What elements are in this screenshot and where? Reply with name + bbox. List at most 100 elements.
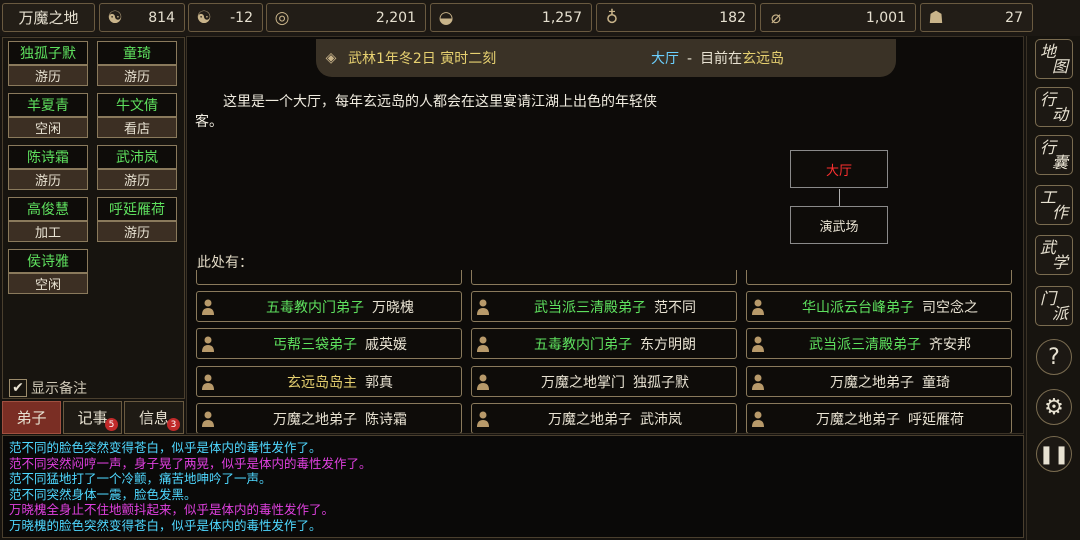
tab-journal[interactable]: 记事 5 — [63, 401, 122, 434]
npc-list[interactable]: 五毒教内门弟子 万晓槐 武当派三清殿弟子 范不同 华山派云台峰弟子 司空念之 丐帮三袋… — [196, 270, 1016, 433]
pause-button[interactable]: ❚❚ — [1036, 436, 1072, 472]
npc-name: 齐安邦 — [929, 336, 971, 353]
disciple-name: 侯诗雅 — [8, 249, 88, 273]
npc-row-partial[interactable] — [196, 270, 462, 285]
disciple-card[interactable]: 陈诗霜 游历 — [8, 145, 88, 191]
map-connector — [839, 189, 840, 206]
right-menu: 地图 行动 行囊 工作 武学 门派 ? ⚙ ❚❚ — [1026, 36, 1080, 540]
current-location: 大厅 - 目前在玄远岛 — [651, 51, 785, 67]
npc-button[interactable]: 五毒教内门弟子 万晓槐 — [196, 291, 462, 322]
npc-button[interactable]: 武当派三清殿弟子 齐安邦 — [746, 328, 1012, 359]
sect-name[interactable]: 万魔之地 — [2, 3, 95, 32]
person-icon — [472, 336, 494, 352]
disciple-card[interactable]: 武沛岚 游历 — [97, 145, 177, 191]
scene-header: ◈ 武林1年冬2日 寅时二刻 大厅 - 目前在玄远岛 — [316, 39, 896, 77]
npc-button[interactable]: 丐帮三袋弟子 戚英媛 — [196, 328, 462, 359]
npc-name: 司空念之 — [922, 299, 978, 316]
npc-button[interactable]: 五毒教内门弟子 东方明朗 — [471, 328, 737, 359]
disciple-card[interactable]: 高俊慧 加工 — [8, 197, 88, 243]
resource-money: ◎ 2,201 — [266, 3, 426, 32]
island-name: 玄远岛 — [742, 51, 785, 67]
resource-medicine: ♁ 182 — [596, 3, 756, 32]
map-room-south[interactable]: 演武场 — [790, 206, 888, 244]
npc-title: 万魔之地弟子 — [816, 411, 900, 428]
action-icon: 行动 — [1039, 90, 1068, 124]
npc-name: 戚英媛 — [365, 336, 407, 353]
disciple-name: 童琦 — [97, 41, 177, 65]
npc-title: 五毒教内门弟子 — [266, 299, 364, 316]
show-note-label: 显示备注 — [31, 381, 87, 397]
npc-button[interactable]: 华山派云台峰弟子 司空念之 — [746, 291, 1012, 322]
coin-icon: ◎ — [274, 7, 290, 28]
disciple-status: 空闲 — [8, 117, 88, 138]
here-label: 此处有： — [197, 255, 253, 271]
disciple-card[interactable]: 牛文倩 看店 — [97, 93, 177, 139]
person-icon — [747, 411, 769, 427]
disciple-status: 游历 — [97, 65, 177, 86]
bag-button[interactable]: 行囊 — [1035, 135, 1073, 175]
unread-badge: 3 — [167, 418, 180, 431]
disciple-card[interactable]: 呼延雁荷 游历 — [97, 197, 177, 243]
gourd-icon: ♁ — [605, 7, 619, 28]
disciple-status: 看店 — [97, 117, 177, 138]
log-line: 范不同的脸色突然变得苍白，似乎是体内的毒性发作了。 — [9, 440, 322, 455]
work-button[interactable]: 工作 — [1035, 185, 1073, 225]
npc-name: 陈诗霜 — [365, 411, 407, 428]
npc-title: 万魔之地弟子 — [548, 411, 632, 428]
npc-title: 万魔之地弟子 — [830, 374, 914, 391]
message-log[interactable]: 范不同的脸色突然变得苍白，似乎是体内的毒性发作了。 范不同突然闷哼一声，身子晃了… — [2, 435, 1024, 538]
npc-button[interactable]: 武当派三清殿弟子 范不同 — [471, 291, 737, 322]
map-button[interactable]: 地图 — [1035, 39, 1073, 79]
disciple-card[interactable]: 童琦 游历 — [97, 41, 177, 87]
npc-row-partial[interactable] — [746, 270, 1012, 285]
action-button[interactable]: 行动 — [1035, 87, 1073, 127]
disciple-card[interactable]: 侯诗雅 空闲 — [8, 249, 88, 295]
resource-prestige: ☯ 814 — [99, 3, 185, 32]
log-line: 万晓槐全身止不住地颤抖起来，似乎是体内的毒性发作了。 — [9, 502, 335, 517]
settings-button[interactable]: ⚙ — [1036, 389, 1072, 425]
log-line: 范不同突然身体一震，脸色发黑。 — [9, 486, 197, 502]
npc-button[interactable]: 玄远岛岛主 郭真 — [196, 366, 462, 397]
sect-button[interactable]: 门派 — [1035, 286, 1073, 326]
show-note-toggle[interactable]: ✔ 显示备注 — [9, 378, 87, 398]
npc-title: 丐帮三袋弟子 — [273, 336, 357, 353]
npc-button[interactable]: 万魔之地弟子 呼延雁荷 — [746, 403, 1012, 433]
person-icon — [197, 336, 219, 352]
map-icon: 地图 — [1039, 42, 1068, 76]
help-button[interactable]: ? — [1036, 339, 1072, 375]
disciple-name: 独孤子默 — [8, 41, 88, 65]
npc-button[interactable]: 万魔之地弟子 武沛岚 — [471, 403, 737, 433]
disciple-name: 呼延雁荷 — [97, 197, 177, 221]
npc-title: 华山派云台峰弟子 — [802, 299, 914, 316]
disciple-card[interactable]: 羊夏青 空闲 — [8, 93, 88, 139]
wood-log-icon: ⌀ — [770, 7, 782, 28]
log-line: 范不同突然闷哼一声，身子晃了两晃，似乎是体内的毒性发作了。 — [9, 455, 372, 471]
tab-disciples[interactable]: 弟子 — [2, 401, 61, 434]
npc-row-partial[interactable] — [471, 270, 737, 285]
sect-icon: 门派 — [1039, 289, 1068, 323]
npc-button[interactable]: 万魔之地弟子 陈诗霜 — [196, 403, 462, 433]
bag-icon: 行囊 — [1039, 138, 1068, 172]
disciple-status: 游历 — [97, 169, 177, 190]
map-room-current[interactable]: 大厅 — [790, 150, 888, 188]
disciple-status: 游历 — [97, 221, 177, 242]
diamond-icon: ◈ — [325, 50, 337, 66]
unread-badge: 5 — [105, 418, 118, 431]
taiji-icon: ☯ — [196, 7, 212, 28]
npc-name: 万晓槐 — [372, 299, 414, 316]
person-icon — [197, 299, 219, 315]
npc-title: 武当派三清殿弟子 — [809, 336, 921, 353]
resource-ore: ☗ 27 — [920, 3, 1033, 32]
person-icon — [472, 411, 494, 427]
disciple-status: 游历 — [8, 169, 88, 190]
npc-button[interactable]: 万魔之地掌门 独孤子默 — [471, 366, 737, 397]
npc-name: 郭真 — [365, 374, 393, 391]
tab-messages[interactable]: 信息 3 — [124, 401, 184, 434]
martial-arts-button[interactable]: 武学 — [1035, 235, 1073, 275]
person-icon — [747, 299, 769, 315]
checkmark-icon[interactable]: ✔ — [9, 379, 27, 397]
question-icon: ? — [1048, 344, 1060, 370]
martial-icon: 武学 — [1039, 238, 1068, 272]
disciple-card[interactable]: 独孤子默 游历 — [8, 41, 88, 87]
npc-button[interactable]: 万魔之地弟子 童琦 — [746, 366, 1012, 397]
